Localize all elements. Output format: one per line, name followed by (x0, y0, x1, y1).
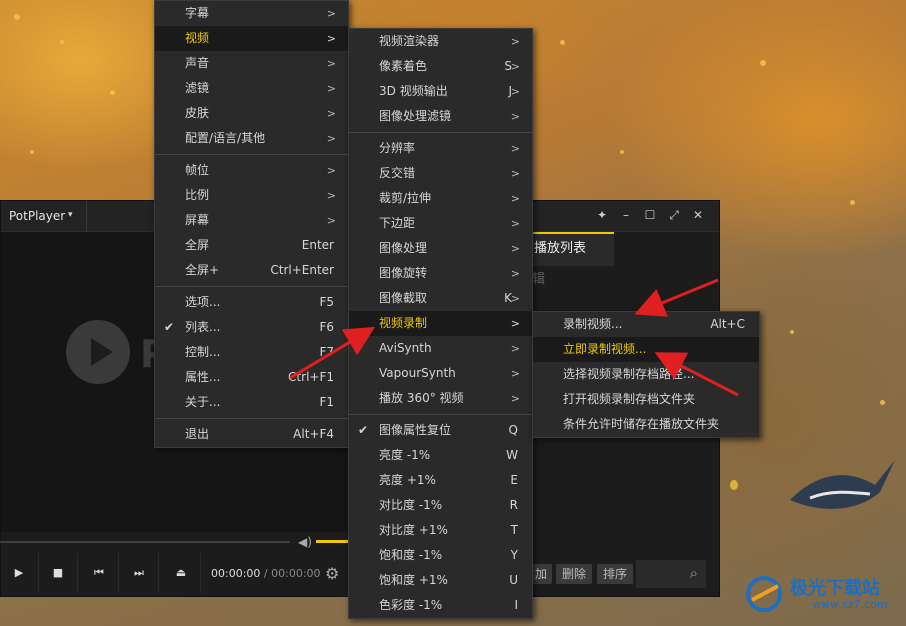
watermark-url: www.xz7.com (812, 598, 888, 611)
watermark-text: 极光下载站 (790, 578, 880, 599)
arrow-to-record-video (634, 278, 719, 317)
arrow-to-video-record (289, 326, 376, 380)
arrow-to-record-now (654, 352, 739, 397)
watermark-logo-icon (746, 576, 782, 612)
annotation-arrows (289, 278, 739, 397)
